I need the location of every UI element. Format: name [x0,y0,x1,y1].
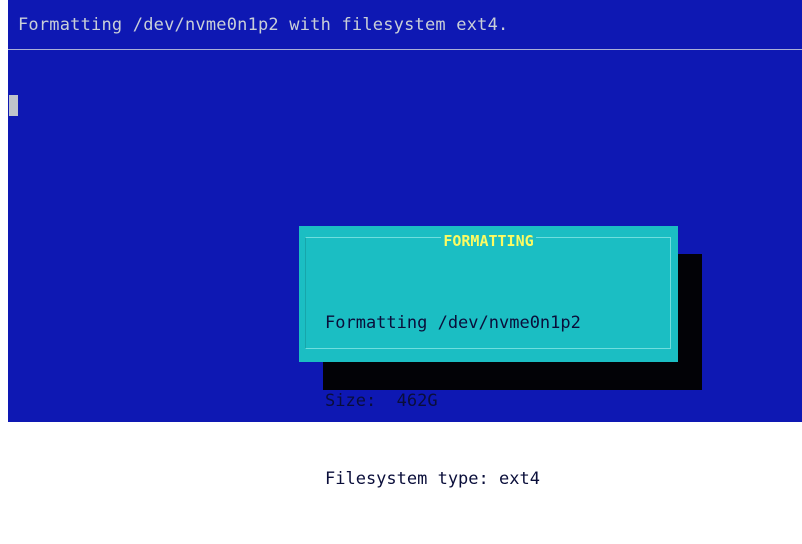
dialog-line-device: Formatting /dev/nvme0n1p2 [325,313,581,333]
terminal-window: Formatting /dev/nvme0n1p2 with filesyste… [8,0,802,489]
dialog-title: FORMATTING [299,232,678,250]
dialog-line-size: Size: 462G [325,391,438,411]
dialog-title-text: FORMATTING [441,232,536,250]
status-header: Formatting /dev/nvme0n1p2 with filesyste… [18,15,509,35]
screen: Formatting /dev/nvme0n1p2 with filesyste… [8,0,802,489]
dialog-line-filesystem: Filesystem type: ext4 [325,469,540,489]
formatting-dialog: FORMATTING Formatting /dev/nvme0n1p2 Siz… [299,226,678,489]
text-cursor [9,95,18,116]
dialog-body: Formatting /dev/nvme0n1p2 Size: 462G Fil… [325,258,581,544]
header-divider [8,49,802,50]
